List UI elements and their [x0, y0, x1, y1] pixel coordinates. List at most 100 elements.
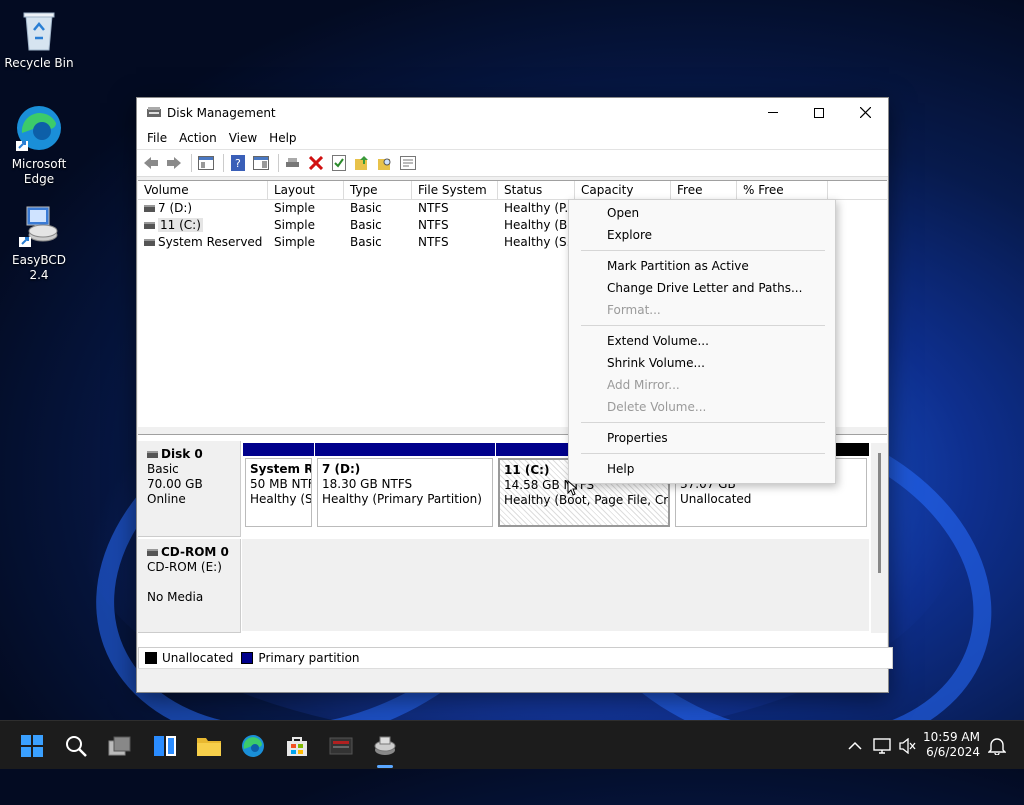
menu-item-help[interactable]: Help [607, 462, 634, 476]
delete-icon[interactable] [306, 153, 326, 173]
menu-separator [581, 250, 825, 251]
title-bar[interactable]: Disk Management [137, 98, 888, 127]
menu-help[interactable]: Help [263, 131, 302, 145]
edge-taskbar-icon[interactable] [240, 733, 266, 759]
cdrom-0-label[interactable]: CD-ROM 0 CD-ROM (E:) No Media [138, 539, 241, 633]
menu-item-mark-active[interactable]: Mark Partition as Active [607, 259, 749, 273]
column-header-capacity[interactable]: Capacity [575, 181, 671, 199]
volume-layout: Simple [274, 201, 315, 215]
microsoft-store-icon[interactable] [284, 733, 310, 759]
scrollbar-thumb[interactable] [878, 453, 881, 573]
recycle-bin-icon [17, 8, 61, 52]
properties-icon[interactable] [398, 153, 418, 173]
media-app-icon[interactable] [328, 733, 354, 759]
connect-disk-icon[interactable] [283, 153, 303, 173]
desktop-icon-edge[interactable]: Microsoft Edge [1, 103, 77, 187]
menu-item-properties[interactable]: Properties [607, 431, 668, 445]
partition-name: 7 (D:) [322, 462, 361, 476]
partition-status: Healthy (Primary Partition) [322, 492, 482, 506]
svg-text:?: ? [235, 157, 241, 170]
vertical-scrollbar[interactable] [871, 443, 887, 633]
disk-type: Basic [147, 462, 179, 476]
primary-swatch [241, 652, 254, 664]
back-icon[interactable] [141, 153, 161, 173]
cdrom-area[interactable] [242, 539, 869, 631]
folder-up-icon[interactable] [352, 153, 372, 173]
menu-action[interactable]: Action [173, 131, 223, 145]
help-icon[interactable]: ? [228, 153, 248, 173]
easybcd-icon [17, 205, 61, 249]
volume-status: Healthy (B... [504, 218, 575, 232]
column-header-type[interactable]: Type [344, 181, 412, 199]
volume-type: Basic [350, 235, 382, 249]
volume-muted-icon[interactable] [894, 733, 920, 759]
legend: Unallocated Primary partition [138, 647, 893, 669]
start-icon[interactable] [19, 733, 45, 759]
volume-file-system: NTFS [418, 201, 449, 215]
clock-date: 6/6/2024 [926, 745, 980, 759]
search-icon[interactable] [63, 733, 89, 759]
menu-item-explore[interactable]: Explore [607, 228, 652, 242]
widgets-icon[interactable] [152, 733, 178, 759]
disk-name: Disk 0 [161, 447, 203, 461]
unallocated-swatch [145, 652, 157, 664]
partition-status: Healthy (Boot, Page File, Crash [504, 493, 669, 507]
partition-name: System Re [250, 462, 311, 476]
volume-name: System Reserved [158, 235, 263, 249]
disk-management-taskbar-icon[interactable] [372, 733, 398, 759]
column-header-volume[interactable]: Volume [138, 181, 268, 199]
status-bar [138, 668, 887, 691]
menu-item-change-drive-letter[interactable]: Change Drive Letter and Paths... [607, 281, 802, 295]
volume-status: Healthy (P... [504, 201, 575, 215]
column-header-layout[interactable]: Layout [268, 181, 344, 199]
volume-layout: Simple [274, 235, 315, 249]
forward-icon[interactable] [164, 153, 184, 173]
menu-item-delete-volume: Delete Volume... [607, 400, 707, 414]
desktop-icon-recycle-bin[interactable]: Recycle Bin [1, 8, 77, 71]
volume-type: Basic [350, 218, 382, 232]
toolbar-separator [191, 154, 192, 172]
drive-icon [144, 222, 155, 229]
close-button[interactable] [842, 98, 888, 127]
partition-d[interactable]: 7 (D:) 18.30 GB NTFS Healthy (Primary Pa… [315, 443, 495, 529]
column-header-free-space[interactable]: Free Spa... [671, 181, 737, 215]
menu-item-open[interactable]: Open [607, 206, 639, 220]
task-view-icon[interactable] [107, 733, 133, 759]
menu-file[interactable]: File [141, 131, 173, 145]
column-header-file-system[interactable]: File System [412, 181, 498, 199]
menu-separator [581, 453, 825, 454]
show-hide-console-tree-icon[interactable] [196, 153, 216, 173]
clock[interactable]: 10:59 AM 6/6/2024 [923, 730, 980, 760]
menu-item-extend-volume[interactable]: Extend Volume... [607, 334, 709, 348]
edge-icon [14, 103, 64, 153]
minimize-button[interactable] [750, 98, 796, 127]
menu-item-shrink-volume[interactable]: Shrink Volume... [607, 356, 705, 370]
notification-icon[interactable] [984, 733, 1010, 759]
volume-name: 7 (D:) [158, 201, 193, 215]
drive-icon [144, 205, 155, 212]
disk-0-label[interactable]: Disk 0 Basic 70.00 GB Online [138, 441, 241, 537]
network-icon[interactable] [869, 733, 895, 759]
volume-status: Healthy (S... [504, 235, 575, 249]
chevron-up-icon[interactable] [842, 733, 868, 759]
desktop-icon-easybcd[interactable]: EasyBCD 2.4 [1, 205, 77, 283]
file-explorer-icon[interactable] [196, 733, 222, 759]
folder-search-icon[interactable] [375, 153, 395, 173]
mouse-cursor-icon [567, 480, 577, 496]
partition-size: 18.30 GB NTFS [322, 477, 413, 491]
column-header-status[interactable]: Status [498, 181, 575, 199]
partition-status: Unallocated [680, 492, 752, 506]
menu-item-format: Format... [607, 303, 661, 317]
drive-icon [144, 239, 155, 246]
toolbar: ? [137, 149, 888, 177]
partition-system-reserved[interactable]: System Re 50 MB NTFS Healthy (Sy [243, 443, 314, 529]
action-pane-icon[interactable] [251, 153, 271, 173]
disk-name: CD-ROM 0 [161, 545, 229, 559]
legend-primary: Primary partition [258, 651, 360, 665]
menu-view[interactable]: View [223, 131, 263, 145]
check-icon[interactable] [329, 153, 349, 173]
column-header-percent-free[interactable]: % Free [737, 181, 828, 199]
clock-time: 10:59 AM [923, 730, 980, 744]
maximize-button[interactable] [796, 98, 842, 127]
volume-type: Basic [350, 201, 382, 215]
